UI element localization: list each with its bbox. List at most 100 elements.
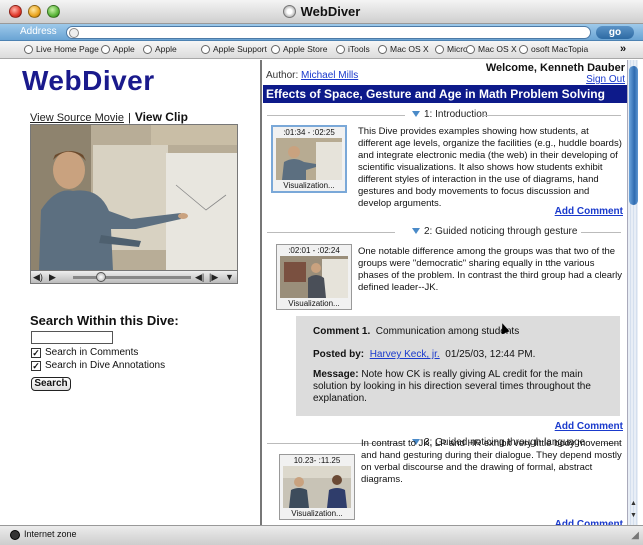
clip-time-1: :01:34 - :02:25	[283, 128, 335, 137]
section-divider	[267, 115, 405, 116]
favorite-icon	[271, 45, 280, 54]
left-pane: WebDiver View Source Movie | View Clip ◀) …	[10, 60, 260, 525]
favorite-mac-os-x[interactable]: Mac OS X	[378, 44, 429, 54]
video-controls: ◀) ▶ ◀| |▶ ▼	[30, 270, 238, 284]
favorite-icon	[143, 45, 152, 54]
menu-arrow-icon[interactable]: ▼	[225, 272, 234, 282]
favorite-mac-os-x-2[interactable]: Mac OS X	[466, 44, 517, 54]
window-title: WebDiver	[0, 4, 643, 19]
comment-author-link[interactable]: Harvey Keck, jr.	[370, 349, 440, 360]
section-3-body: In contrast to JK, LP and HR exhibit ver…	[361, 438, 622, 485]
view-source-movie-link[interactable]: View Source Movie	[30, 112, 124, 124]
clip-caption-3: Visualization...	[291, 509, 343, 518]
clip-caption-1: Visualization...	[283, 181, 335, 190]
comment-posted-line: Posted by: Harvey Keck, jr. 01/25/03, 12…	[313, 349, 536, 360]
comment-box: Comment 1. Communication among students …	[296, 316, 620, 416]
favorite-icon	[378, 45, 387, 54]
timeline-slider[interactable]	[96, 272, 106, 282]
address-label: Address	[20, 26, 57, 37]
browser-icon	[282, 5, 296, 18]
scroll-down-arrow-icon[interactable]: ▼	[629, 512, 638, 521]
clip-thumbnail-1[interactable]: :01:34 - :02:25 Visualization...	[271, 125, 347, 193]
add-comment-link-2[interactable]: Add Comment	[555, 421, 623, 432]
clip-image-3	[283, 466, 351, 508]
search-title: Search Within this Dive:	[30, 313, 179, 328]
favorite-itools[interactable]: iTools	[336, 44, 370, 54]
go-button[interactable]: go	[596, 26, 634, 39]
section-divider	[267, 232, 395, 233]
favorite-mactopia[interactable]: osoft MacTopia	[519, 44, 588, 54]
clip-time-3: 10.23- :11.25	[293, 456, 341, 465]
disclosure-triangle-icon	[412, 111, 420, 117]
step-forward-icon[interactable]: |▶	[209, 272, 218, 283]
search-comments-checkbox[interactable]: ✓	[31, 348, 41, 358]
welcome-message: Welcome, Kenneth Dauber	[485, 62, 625, 74]
favorite-icon	[435, 45, 444, 54]
search-annotations-option[interactable]: ✓ Search in Dive Annotations	[31, 360, 165, 371]
clip-time-2: :02:01 - :02:24	[288, 246, 340, 255]
view-links: View Source Movie | View Clip	[30, 110, 188, 124]
view-clip-label: View Clip	[134, 110, 188, 124]
favorite-micro[interactable]: Micro	[435, 44, 468, 54]
favorite-icon	[24, 45, 33, 54]
page-icon	[69, 28, 79, 38]
play-icon[interactable]: ▶	[49, 272, 56, 283]
favorites-bar: Live Home Page Apple Apple Apple Support…	[0, 41, 643, 59]
address-bar: Address go	[0, 24, 643, 41]
resize-grip-icon[interactable]: ◢	[631, 530, 639, 541]
section-divider	[581, 232, 621, 233]
clip-caption-2: Visualization...	[288, 299, 340, 308]
search-comments-label: Search in Comments	[45, 347, 139, 358]
address-input[interactable]	[66, 26, 591, 39]
clip-image-1	[276, 138, 342, 180]
video-player[interactable]	[30, 124, 238, 284]
webdiver-logo: WebDiver	[22, 65, 155, 96]
internet-zone-icon	[10, 530, 20, 540]
favorite-apple-2[interactable]: Apple	[143, 44, 177, 54]
step-back-icon[interactable]: ◀|	[195, 272, 204, 283]
comment-subject: Communication among students	[375, 326, 520, 337]
dive-title: Effects of Space, Gesture and Age in Mat…	[263, 85, 627, 103]
favorite-icon	[466, 45, 475, 54]
scroll-up-arrow-icon[interactable]: ▲	[629, 500, 638, 509]
comment-message: Message: Note how CK is really giving AL…	[313, 369, 591, 404]
section-1-label: 1: Introduction	[409, 109, 491, 120]
favorite-apple-support[interactable]: Apple Support	[201, 44, 267, 54]
disclosure-triangle-icon	[412, 228, 420, 234]
clip-thumbnail-2[interactable]: :02:01 - :02:24 Visualization...	[276, 244, 352, 310]
clip-thumbnail-3[interactable]: 10.23- :11.25 Visualization...	[279, 454, 355, 520]
search-comments-option[interactable]: ✓ Search in Comments	[31, 347, 138, 358]
search-input[interactable]	[31, 331, 113, 344]
link-separator: |	[127, 112, 131, 124]
favorite-icon	[336, 45, 345, 54]
volume-icon[interactable]: ◀)	[33, 272, 43, 283]
scrollbar-thumb[interactable]	[629, 66, 638, 205]
favorite-live-home-page[interactable]: Live Home Page	[24, 44, 99, 54]
favorite-apple[interactable]: Apple	[101, 44, 135, 54]
favorite-icon	[519, 45, 528, 54]
vertical-scrollbar[interactable]: ▲ ▼	[627, 60, 638, 525]
favorite-icon	[201, 45, 210, 54]
timeline-track[interactable]	[73, 276, 191, 279]
clip-image-2	[280, 256, 348, 298]
comment-heading: Comment 1. Communication among students	[313, 326, 520, 337]
favorite-icon	[101, 45, 110, 54]
status-text: Internet zone	[24, 529, 77, 539]
section-divider	[481, 115, 621, 116]
search-annotations-checkbox[interactable]: ✓	[31, 361, 41, 371]
section-1-text: This Dive provides examples showing how …	[358, 126, 622, 209]
section-1-header[interactable]: 1: Introduction	[263, 109, 627, 121]
more-favorites-icon[interactable]: »	[620, 43, 626, 55]
sign-out-link[interactable]: Sign Out	[586, 74, 625, 85]
search-button[interactable]: Search	[31, 377, 71, 391]
title-bar: WebDiver	[0, 0, 643, 24]
author-link[interactable]: Michael Mills	[301, 70, 358, 81]
author-line: Author: Michael Mills	[266, 70, 359, 81]
status-bar: Internet zone ◢	[0, 525, 643, 545]
section-2-text: One notable difference among the groups …	[358, 246, 623, 293]
video-frame	[31, 125, 237, 271]
add-comment-link-1[interactable]: Add Comment	[555, 206, 623, 217]
pane-divider[interactable]	[260, 60, 262, 525]
section-2-header[interactable]: 2: Guided noticing through gesture	[263, 226, 627, 238]
favorite-apple-store[interactable]: Apple Store	[271, 44, 327, 54]
